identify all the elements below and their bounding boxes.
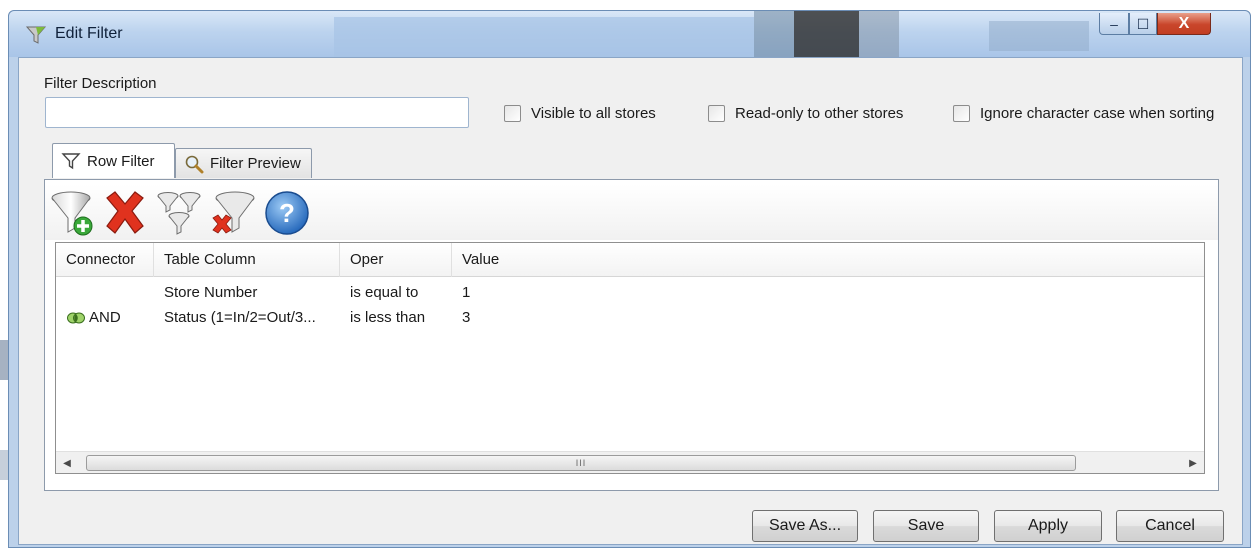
dialog-client-area: Filter Description Visible to all stores… (18, 57, 1243, 545)
apply-button[interactable]: Apply (994, 510, 1102, 542)
help-button[interactable]: ? (263, 188, 311, 238)
add-filter-icon (51, 191, 93, 236)
window-title: Edit Filter (55, 25, 123, 42)
connector-cell[interactable]: AND (56, 305, 154, 331)
column-header-value[interactable]: Value (452, 243, 652, 277)
minimize-button[interactable]: – (1099, 13, 1129, 35)
horizontal-scrollbar[interactable]: ◀ III ▶ (56, 451, 1204, 473)
minimize-icon: – (1110, 15, 1118, 32)
scrollbar-thumb[interactable]: III (86, 455, 1076, 471)
scroll-left-icon[interactable]: ◀ (56, 452, 78, 474)
checkbox-box[interactable] (953, 105, 970, 122)
tab-label: Row Filter (87, 152, 155, 170)
magnifier-icon (185, 155, 204, 173)
title-bar[interactable]: Edit Filter – ☐ X (9, 11, 1250, 57)
background-edge (0, 340, 8, 380)
visible-to-all-stores-checkbox[interactable]: Visible to all stores (504, 105, 656, 122)
table-row[interactable]: AND Status (1=In/2=Out/3... is less than… (56, 305, 1204, 331)
column-header-oper[interactable]: Oper (340, 243, 452, 277)
checkbox-label: Ignore character case when sorting (980, 105, 1215, 122)
checkbox-box[interactable] (504, 105, 521, 122)
row-filter-panel: ? Connector Table Column Oper Value Stor… (44, 179, 1219, 491)
connector-cell[interactable] (56, 280, 154, 306)
filter-description-input[interactable] (45, 97, 469, 128)
table-row[interactable]: Store Number is equal to 1 (56, 280, 1204, 306)
group-filter-icon (157, 192, 201, 235)
filter-grid: Connector Table Column Oper Value Store … (55, 242, 1205, 474)
funnel-icon (25, 26, 47, 44)
cancel-button[interactable]: Cancel (1116, 510, 1224, 542)
checkbox-label: Read-only to other stores (735, 105, 904, 122)
close-icon: X (1178, 14, 1190, 32)
remove-filter-icon (212, 191, 255, 234)
help-icon: ? (265, 191, 309, 235)
scrollbar-grip: III (575, 458, 587, 468)
table-column-cell[interactable]: Status (1=In/2=Out/3... (154, 305, 340, 331)
add-filter-button[interactable] (49, 188, 97, 238)
save-button[interactable]: Save (873, 510, 979, 542)
scroll-right-icon[interactable]: ▶ (1182, 452, 1204, 474)
value-cell[interactable]: 1 (452, 280, 652, 306)
funnel-icon (61, 153, 81, 170)
checkbox-box[interactable] (708, 105, 725, 122)
tab-row-filter[interactable]: Row Filter (52, 143, 175, 178)
tab-label: Filter Preview (210, 155, 301, 172)
group-filter-button[interactable] (155, 188, 203, 238)
delete-icon (106, 191, 144, 234)
filter-toolbar: ? (45, 184, 1218, 240)
maximize-icon: ☐ (1136, 15, 1150, 32)
background-edge (0, 450, 8, 480)
filter-description-label: Filter Description (44, 75, 157, 92)
close-button[interactable]: X (1157, 13, 1211, 35)
maximize-button[interactable]: ☐ (1129, 13, 1157, 35)
remove-filter-button[interactable] (209, 188, 257, 238)
delete-filter-button[interactable] (101, 188, 149, 238)
edit-filter-window: Edit Filter – ☐ X Filter Description Vis… (8, 10, 1251, 548)
oper-cell[interactable]: is less than (340, 305, 452, 331)
read-only-checkbox[interactable]: Read-only to other stores (708, 105, 903, 122)
save-as-button[interactable]: Save As... (752, 510, 858, 542)
grid-header: Connector Table Column Oper Value (56, 243, 1204, 277)
and-connector-icon (67, 312, 85, 324)
value-cell[interactable]: 3 (452, 305, 652, 331)
ignore-case-checkbox[interactable]: Ignore character case when sorting (953, 105, 1214, 122)
column-header-table-column[interactable]: Table Column (154, 243, 340, 277)
checkbox-label: Visible to all stores (531, 105, 656, 122)
column-header-connector[interactable]: Connector (56, 243, 154, 277)
connector-label: AND (89, 309, 121, 326)
table-column-cell[interactable]: Store Number (154, 280, 340, 306)
svg-text:?: ? (279, 198, 295, 228)
tab-filter-preview[interactable]: Filter Preview (175, 148, 312, 178)
oper-cell[interactable]: is equal to (340, 280, 452, 306)
